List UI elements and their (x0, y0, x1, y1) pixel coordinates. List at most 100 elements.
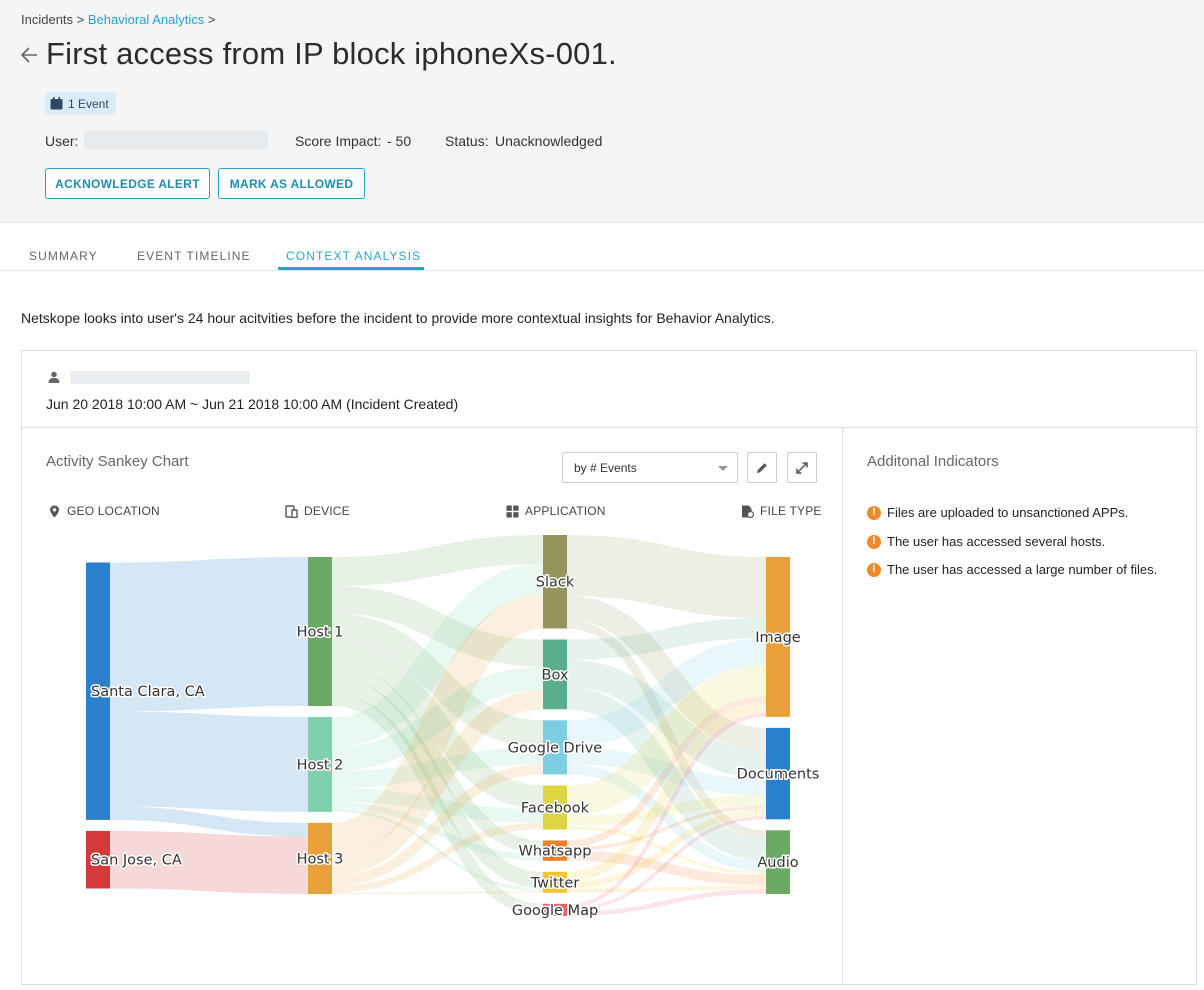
tab-event-timeline[interactable]: EVENT TIMELINE (137, 249, 251, 263)
metric-select[interactable]: by # Events (562, 452, 738, 483)
sankey-link (331, 564, 544, 748)
sankey-node[interactable] (543, 785, 567, 830)
sankey-node[interactable] (766, 727, 790, 820)
sankey-link (566, 764, 767, 872)
panel-divider (842, 428, 843, 985)
sankey-node[interactable] (543, 840, 567, 861)
sankey-node-label: Whatsapp (519, 844, 592, 860)
context-analysis-panel: Jun 20 2018 10:00 AM ~ Jun 21 2018 10:00… (21, 350, 1197, 985)
breadcrumb: Incidents > Behavioral Analytics > (21, 12, 215, 27)
sankey-node[interactable] (543, 720, 567, 775)
page-title: First access from IP block iphoneXs-001. (46, 36, 617, 71)
sankey-link (566, 885, 767, 893)
sankey-link (109, 557, 309, 712)
sankey-node[interactable] (308, 717, 332, 812)
sankey-node-label: Host 2 (297, 757, 344, 773)
sankey-node[interactable] (766, 557, 790, 717)
sankey-link (566, 826, 767, 876)
sankey-node-label: Twitter (530, 875, 580, 891)
sankey-link (566, 617, 767, 660)
sankey-link (331, 640, 544, 810)
indicator-item: ! The user has accessed several hosts. (867, 534, 1105, 549)
mark-as-allowed-button[interactable]: MARK AS ALLOWED (218, 168, 365, 199)
sankey-node[interactable] (86, 562, 110, 820)
sankey-node-label: Facebook (521, 800, 590, 816)
breadcrumb-incidents[interactable]: Incidents (21, 12, 73, 27)
sankey-link (566, 638, 767, 748)
sankey-link (566, 805, 767, 851)
event-count-badge[interactable]: 1 Event (45, 92, 116, 115)
edit-chart-button[interactable] (747, 452, 777, 483)
sankey-link (566, 595, 767, 752)
sankey-link (330, 594, 545, 857)
sankey-link (566, 535, 767, 618)
sankey-node-label: Host 3 (297, 851, 344, 867)
user-time-range: Jun 20 2018 10:00 AM ~ Jun 21 2018 10:00… (22, 351, 1196, 428)
sankey-node-label: San Jose, CA (91, 853, 182, 869)
sankey-link (331, 822, 544, 893)
sankey-node[interactable] (543, 871, 567, 893)
sankey-node-label: Google Map (512, 903, 598, 919)
indicator-item: ! Files are uploaded to unsanctioned APP… (867, 505, 1128, 520)
tab-summary[interactable]: SUMMARY (29, 249, 98, 263)
sankey-link (566, 659, 767, 779)
sankey-node[interactable] (543, 535, 567, 629)
device-icon (285, 504, 298, 518)
pencil-icon (757, 462, 767, 473)
sankey-link (331, 764, 544, 886)
sankey-link (331, 808, 544, 892)
sankey-node-label: Audio (757, 855, 798, 871)
file-type-icon (742, 505, 754, 518)
sankey-node-label: Host 1 (297, 625, 344, 641)
sankey-link (331, 801, 544, 861)
sankey-link (331, 747, 544, 789)
status-label: Status: (445, 133, 489, 149)
sankey-link (566, 815, 767, 912)
warning-icon: ! (867, 562, 881, 577)
sankey-node[interactable] (766, 830, 790, 894)
sankey-node-label: Documents (737, 767, 820, 783)
expand-icon (796, 461, 808, 474)
sankey-node[interactable] (308, 557, 332, 707)
score-impact-value: - 50 (387, 133, 412, 149)
indicator-item: ! The user has accessed a large number o… (867, 562, 1157, 577)
sankey-link (566, 702, 767, 882)
breadcrumb-behavioral-analytics[interactable]: Behavioral Analytics (88, 12, 204, 27)
sankey-node[interactable] (86, 830, 110, 889)
sankey-chart-title: Activity Sankey Chart (46, 453, 189, 470)
event-count-label: 1 Event (68, 96, 109, 111)
tab-bar: SUMMARY EVENT TIMELINE CONTEXT ANALYSIS (0, 223, 1204, 271)
sankey-link (331, 677, 544, 889)
sankey-link (331, 535, 544, 587)
sankey-link (331, 666, 544, 772)
sankey-link (109, 830, 309, 895)
sankey-link (566, 795, 767, 827)
sankey-link (566, 747, 767, 796)
sankey-link (331, 690, 544, 876)
sankey-link (566, 889, 767, 916)
breadcrumb-separator: > (76, 12, 85, 27)
user-label: User: (45, 133, 79, 149)
score-impact-label: Score Impact: (295, 133, 382, 149)
column-file-type: FILE TYPE (741, 504, 822, 518)
calendar-icon (50, 97, 63, 110)
sankey-link (331, 613, 544, 748)
sankey-link (566, 695, 767, 848)
user-icon (48, 371, 60, 383)
acknowledge-alert-button[interactable]: ACKNOWLEDGE ALERT (45, 168, 210, 199)
time-range: Jun 20 2018 10:00 AM ~ Jun 21 2018 10:00… (46, 396, 459, 412)
sankey-node[interactable] (543, 903, 567, 916)
sankey-node-label: Box (542, 667, 569, 683)
sankey-node[interactable] (543, 639, 567, 710)
sankey-link (331, 586, 544, 667)
back-arrow-icon[interactable] (20, 45, 38, 65)
column-geo-location: GEO LOCATION (48, 504, 160, 518)
expand-chart-button[interactable] (787, 452, 817, 483)
sankey-link (566, 665, 767, 816)
activity-sankey-chart: Santa Clara, CA San Jose, CA Host 1 Host 2 H… (86, 535, 821, 920)
tab-context-analysis[interactable]: CONTEXT ANALYSIS (286, 249, 421, 263)
sankey-link (566, 712, 767, 908)
sankey-link (566, 619, 767, 840)
sankey-node[interactable] (308, 822, 332, 894)
indicators-title: Additonal Indicators (867, 453, 999, 470)
